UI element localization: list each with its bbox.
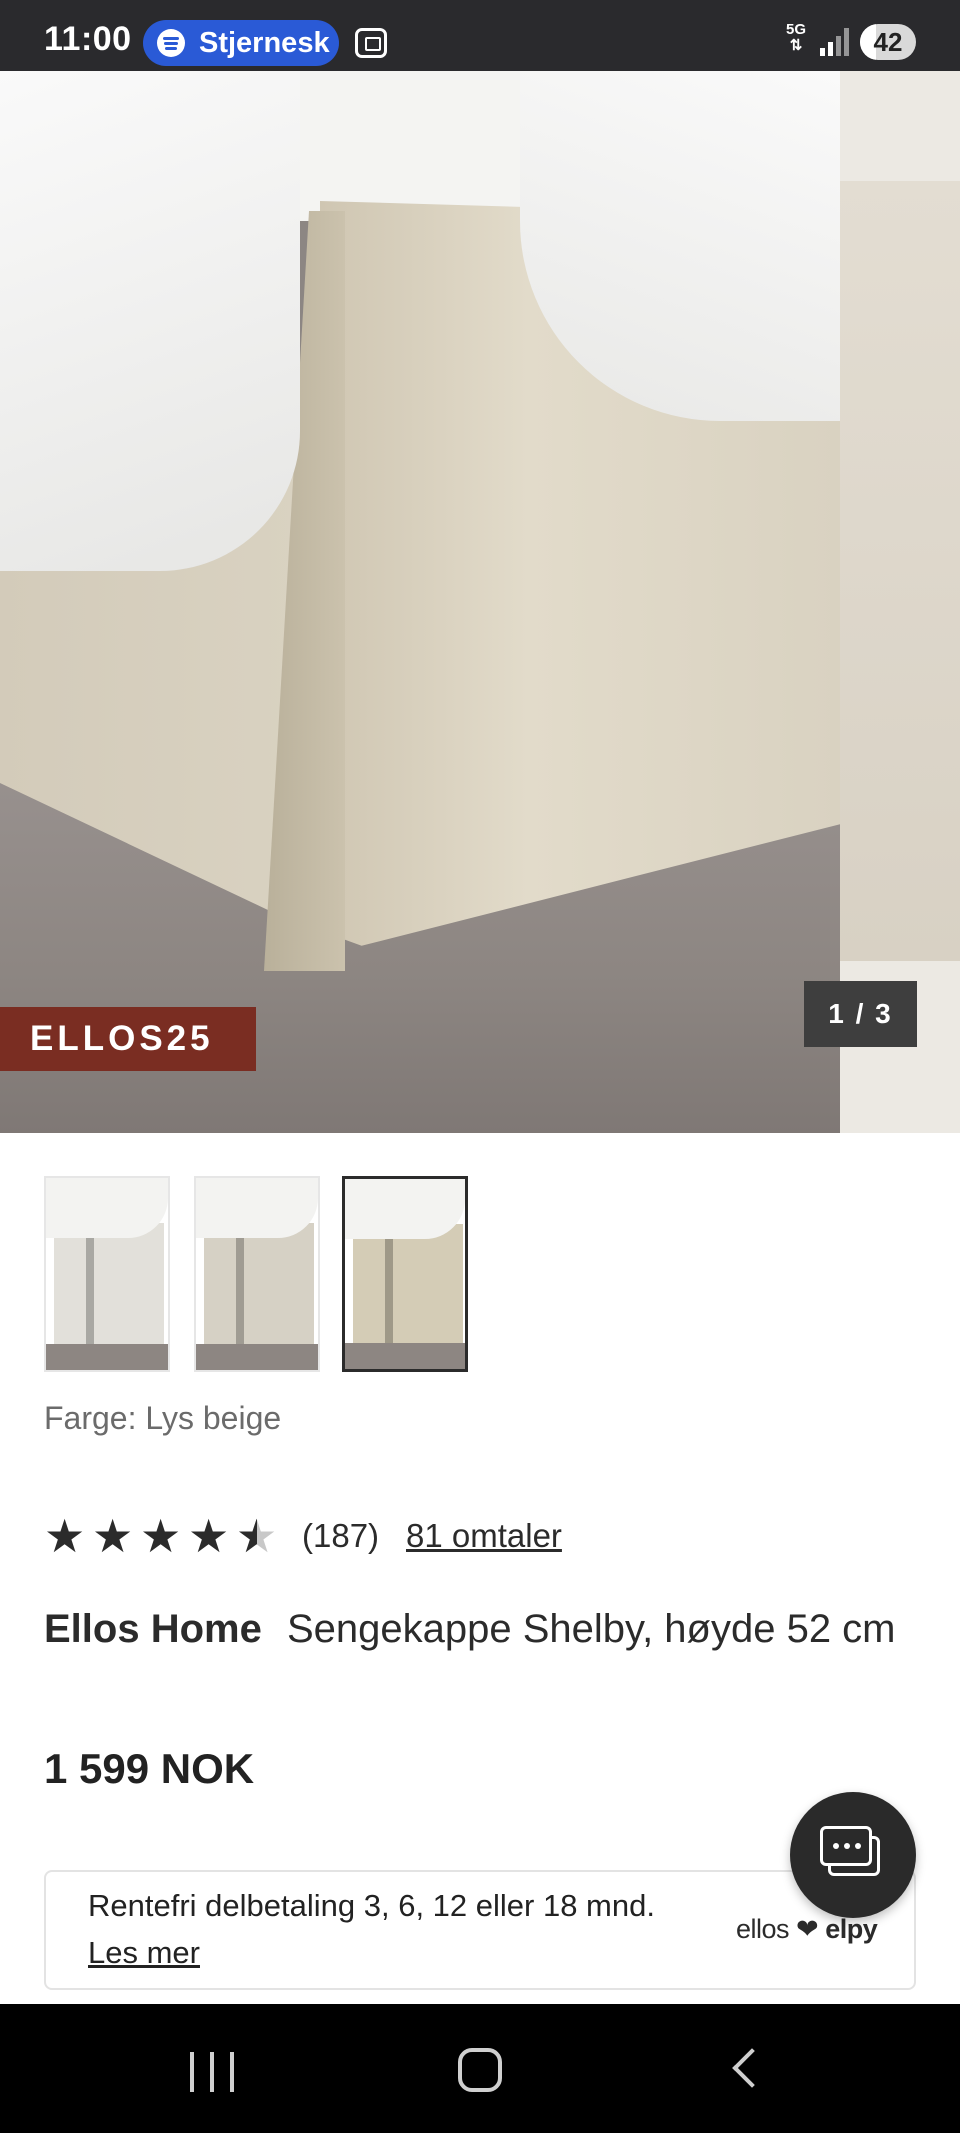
thumbnail-3-selected[interactable]: [342, 1176, 468, 1372]
half-star-icon: ★★: [236, 1510, 278, 1562]
media-title: Stjernesk: [199, 27, 330, 59]
rating-count: (187): [302, 1517, 380, 1554]
color-label: Farge: Lys beige: [44, 1400, 282, 1436]
product-image-carousel[interactable]: ELLOS25 1 / 3: [0, 71, 960, 1133]
star-icon: ★: [140, 1510, 182, 1562]
battery-icon: 42: [860, 24, 916, 60]
logo-ellos: ellos: [736, 1914, 790, 1944]
network-label: 5G: [785, 21, 806, 38]
brand-name[interactable]: Ellos Home: [44, 1607, 262, 1651]
promo-code-badge: ELLOS25: [0, 1007, 256, 1071]
home-icon[interactable]: [458, 2048, 502, 2092]
heart-icon: ❤: [796, 1914, 819, 1944]
product-title: Ellos Home Sengekappe Shelby, høyde 52 c…: [44, 1596, 924, 1662]
star-icon: ★: [92, 1510, 134, 1562]
network-5g-icon: 5G ⇅: [785, 21, 806, 54]
back-icon[interactable]: [732, 2048, 772, 2088]
thumbnail-2[interactable]: [194, 1176, 320, 1372]
product-name: Sengekappe Shelby, høyde 52 cm: [286, 1607, 896, 1651]
screen-record-icon: [355, 28, 387, 58]
recent-apps-icon[interactable]: [190, 2052, 236, 2092]
product-price: 1 599 NOK: [44, 1745, 255, 1792]
system-navigation-bar: [0, 2004, 960, 2133]
product-page: 11:00 Stjernesk 5G ⇅ 42 ELLOS25 1 / 3 Fa…: [0, 0, 960, 2133]
media-notification-pill[interactable]: Stjernesk: [143, 20, 339, 66]
battery-level: 42: [873, 27, 903, 57]
spotify-icon: [157, 29, 185, 57]
star-icon: ★: [44, 1510, 86, 1562]
star-icon: ★: [188, 1510, 230, 1562]
status-bar: 11:00 Stjernesk 5G ⇅ 42: [0, 0, 960, 71]
thumbnail-1[interactable]: [44, 1176, 170, 1372]
reviews-link[interactable]: 81 omtaler: [406, 1517, 562, 1555]
installment-text: Rentefri delbetaling 3, 6, 12 eller 18 m…: [88, 1888, 655, 1923]
signal-icon: [820, 28, 850, 56]
logo-elpy: elpy: [825, 1914, 878, 1944]
chat-button[interactable]: [790, 1792, 916, 1918]
read-more-link[interactable]: Les mer: [88, 1935, 200, 1971]
status-time: 11:00: [44, 20, 132, 58]
installment-info-box: Rentefri delbetaling 3, 6, 12 eller 18 m…: [44, 1870, 916, 1990]
ellos-elpy-logo: ellos ❤ elpy: [736, 1914, 878, 1945]
image-counter: 1 / 3: [804, 981, 917, 1047]
